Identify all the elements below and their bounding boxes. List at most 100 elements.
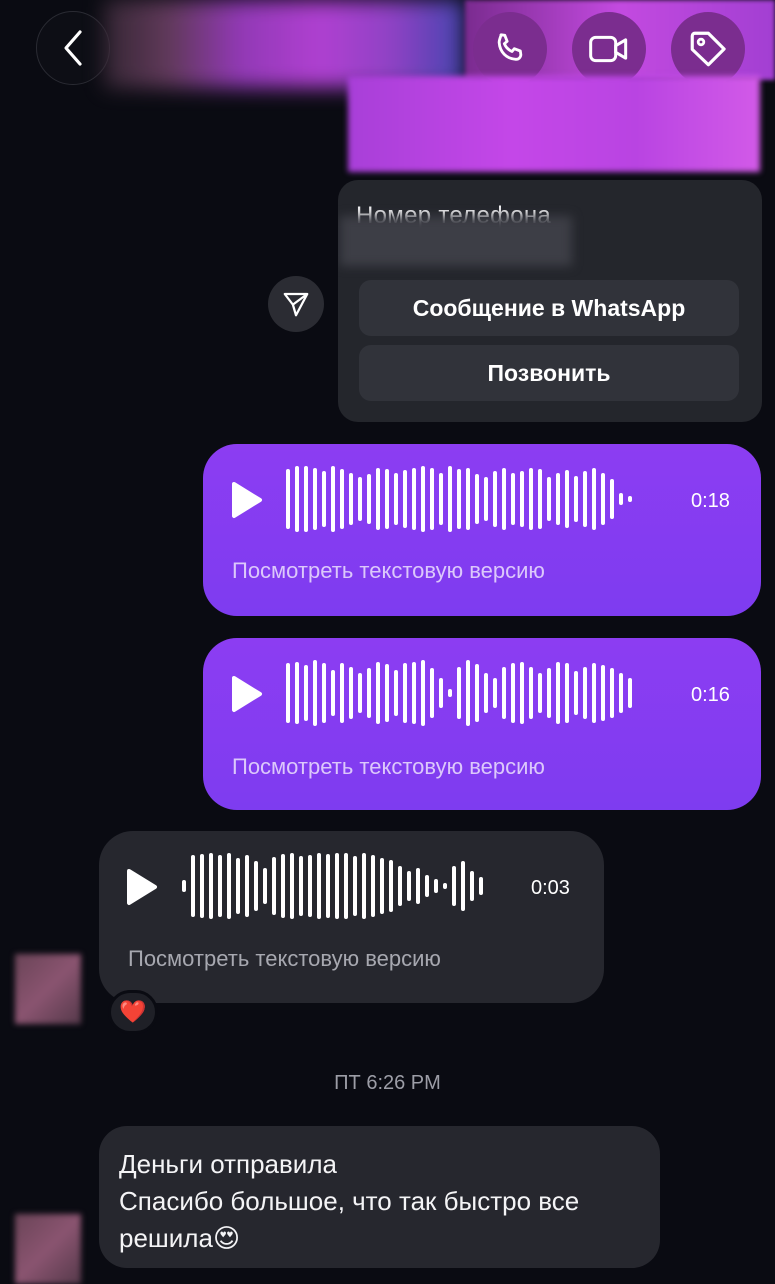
avatar[interactable]: [15, 1214, 81, 1284]
share-button[interactable]: [268, 276, 324, 332]
waveform-bar: [493, 678, 497, 708]
waveform-bar: [619, 673, 623, 713]
call-phone-button[interactable]: Позвонить: [359, 345, 739, 401]
waveform-bar: [358, 477, 362, 521]
whatsapp-message-button[interactable]: Сообщение в WhatsApp: [359, 280, 739, 336]
voice-duration: 0:03: [531, 877, 570, 899]
view-transcript-link[interactable]: Посмотреть текстовую версию: [232, 558, 545, 584]
waveform-bar: [367, 474, 371, 524]
waveform-bar: [556, 662, 560, 724]
waveform-bar: [385, 469, 389, 529]
waveform-bar: [601, 473, 605, 525]
waveform-bar: [592, 468, 596, 530]
waveform-bar: [209, 853, 213, 919]
waveform-bar: [529, 468, 533, 530]
waveform-bar: [340, 469, 344, 529]
video-call-button[interactable]: [572, 12, 646, 86]
waveform-bar: [349, 473, 353, 525]
waveform-bar: [304, 665, 308, 721]
waveform-bar: [322, 471, 326, 527]
waveform-bar: [286, 663, 290, 723]
waveform[interactable]: [286, 653, 637, 733]
play-icon[interactable]: [229, 481, 263, 519]
waveform-bar: [313, 660, 317, 726]
waveform-bar: [475, 664, 479, 722]
waveform-bar: [326, 854, 330, 918]
waveform-bar: [565, 663, 569, 723]
waveform-bar: [565, 470, 569, 528]
waveform-bar: [434, 879, 438, 893]
waveform-bar: [628, 678, 632, 708]
waveform-bar: [448, 466, 452, 532]
waveform-bar: [484, 477, 488, 521]
waveform[interactable]: [286, 459, 637, 539]
waveform-bar: [619, 493, 623, 505]
shared-content-redacted: [348, 76, 760, 172]
waveform-bar: [290, 853, 294, 919]
send-icon: [283, 292, 309, 317]
waveform-bar: [448, 689, 452, 697]
voice-message-2: 0:16 Посмотреть текстовую версию: [203, 638, 761, 810]
waveform-bar: [380, 858, 384, 914]
waveform-bar: [583, 471, 587, 527]
waveform-bar: [425, 875, 429, 897]
waveform-bar: [304, 466, 308, 532]
waveform-bar: [263, 868, 267, 904]
voice-duration: 0:18: [691, 490, 730, 512]
waveform-bar: [313, 468, 317, 530]
label-button[interactable]: [671, 12, 745, 86]
play-icon[interactable]: [229, 675, 263, 713]
voice-message-1: 0:18 Посмотреть текстовую версию: [203, 444, 761, 616]
avatar[interactable]: [15, 954, 81, 1024]
waveform-bar: [403, 470, 407, 528]
waveform-bar: [340, 663, 344, 723]
waveform-bar: [475, 474, 479, 524]
waveform-bar: [376, 662, 380, 724]
waveform-bar: [511, 663, 515, 723]
view-transcript-link[interactable]: Посмотреть текстовую версию: [128, 946, 441, 972]
message-line: Деньги отправила: [119, 1149, 337, 1179]
waveform-bar: [502, 468, 506, 530]
waveform-bar: [439, 678, 443, 708]
message-line: Спасибо большое, что так быстро все: [119, 1186, 580, 1216]
heart-reaction[interactable]: ❤️: [108, 990, 158, 1034]
waveform-bar: [583, 667, 587, 719]
waveform-bar: [461, 861, 465, 911]
waveform-bar: [479, 877, 483, 895]
waveform-bar: [322, 663, 326, 723]
voice-message-3: 0:03 Посмотреть текстовую версию: [99, 831, 604, 1003]
heart-eyes-emoji: 😍: [212, 1223, 241, 1253]
back-button[interactable]: [36, 11, 110, 85]
timestamp: ПТ 6:26 PM: [334, 1072, 441, 1094]
waveform-bar: [335, 853, 339, 919]
waveform-bar: [254, 861, 258, 911]
waveform-bar: [452, 866, 456, 906]
waveform-bar: [362, 853, 366, 919]
phone-contact-card: Номер телефона Сообщение в WhatsApp Позв…: [338, 180, 762, 422]
waveform[interactable]: [182, 846, 488, 926]
waveform-bar: [272, 857, 276, 915]
waveform-bar: [281, 854, 285, 918]
waveform-bar: [295, 662, 299, 724]
waveform-bar: [421, 466, 425, 532]
call-button[interactable]: [473, 12, 547, 86]
view-transcript-link[interactable]: Посмотреть текстовую версию: [232, 754, 545, 780]
phone-icon: [497, 33, 523, 61]
waveform-bar: [407, 871, 411, 901]
waveform-bar: [286, 469, 290, 529]
text-message-bubble[interactable]: Деньги отправила Спасибо большое, что та…: [99, 1126, 660, 1268]
waveform-bar: [299, 856, 303, 916]
play-icon[interactable]: [124, 868, 158, 906]
waveform-bar: [389, 860, 393, 912]
waveform-bar: [470, 871, 474, 901]
waveform-bar: [295, 466, 299, 532]
waveform-bar: [457, 469, 461, 529]
waveform-bar: [236, 858, 240, 914]
waveform-bar: [385, 664, 389, 722]
waveform-bar: [182, 880, 186, 892]
waveform-bar: [331, 466, 335, 532]
waveform-bar: [218, 855, 222, 917]
waveform-bar: [227, 853, 231, 919]
waveform-bar: [358, 673, 362, 713]
waveform-bar: [439, 473, 443, 525]
